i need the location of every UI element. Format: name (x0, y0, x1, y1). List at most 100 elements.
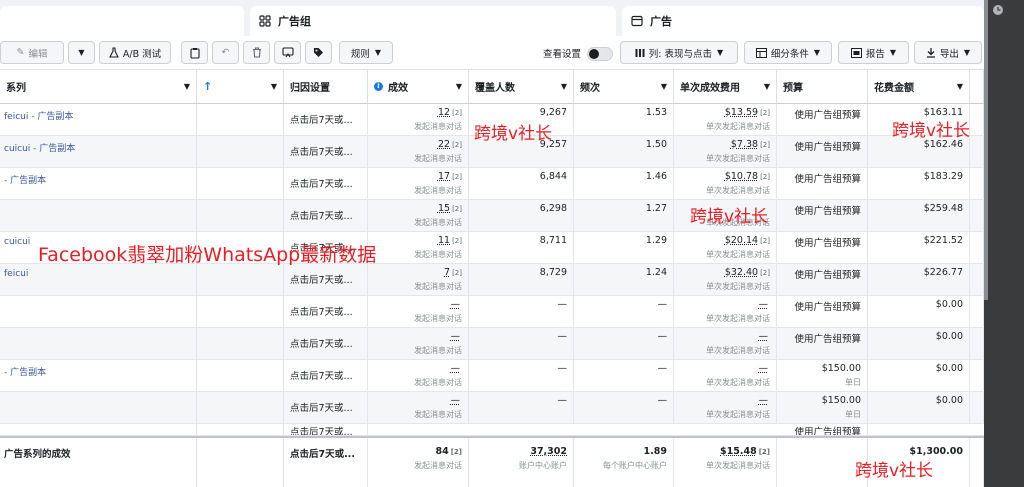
cost-per-result-cell: $32.40 [2] 单次发起消息对话 (674, 264, 777, 296)
amount-spent-cell: $183.29 (868, 168, 970, 200)
attribution-cell[interactable]: 点击后7天或... (284, 104, 368, 136)
attribution-cell[interactable]: 点击后7天或... (284, 296, 368, 328)
attribution-cell[interactable]: 点击后7天或... (284, 200, 368, 232)
tab-ad-sets[interactable]: 广告组 (250, 6, 616, 36)
column-header-name[interactable]: 系列 ▼ (0, 70, 197, 104)
edit-button[interactable]: ✎ 编辑 (0, 41, 64, 64)
campaign-name-link[interactable]: feicui - 广告副本 (0, 104, 197, 136)
campaign-name-link[interactable]: - 广告副本 (0, 168, 197, 200)
table-row[interactable]: - 广告副本 点击后7天或... 17 [2] 发起消息对话 6,844 1.46 $10.7… (0, 168, 984, 200)
clipboard-icon (189, 47, 200, 59)
rules-dropdown[interactable]: 规则 ▼ (339, 41, 393, 64)
caret-down-icon: ▼ (660, 82, 667, 91)
delete-button[interactable] (243, 41, 270, 64)
summary-results: 84 [2] 发起消息对话 (368, 438, 469, 487)
table-row[interactable]: - 广告副本 点击后7天或... — 发起消息对话 — — — 单次发起消息对话 $150.00… (0, 360, 984, 392)
grid-icon (258, 14, 272, 28)
budget-cell: $150.00 单日 (777, 392, 868, 424)
caret-down-icon: ▼ (270, 82, 277, 91)
undo-button[interactable]: ↶ (212, 41, 239, 64)
attribution-cell[interactable]: 点击后7天或... (284, 360, 368, 392)
tag-button[interactable] (305, 41, 332, 64)
campaign-name-link[interactable]: feicui (0, 264, 197, 296)
table-row[interactable]: feicui 点击后7天或... 7 [2] 发起消息对话 8,729 1.24 $32.40… (0, 264, 984, 296)
budget-cell: 使用广告组预算 (777, 328, 868, 360)
cost-per-result-cell: — 单次发起消息对话 (674, 328, 777, 360)
caret-down-icon: ▼ (717, 48, 724, 57)
attribution-cell[interactable]: 点击后7天或... (284, 328, 368, 360)
column-header-amount-spent[interactable]: 花费金额 ▼ (868, 70, 970, 104)
trash-icon (252, 47, 262, 58)
cost-per-result-cell: — 单次发起消息对话 (674, 392, 777, 424)
column-header-cost-per-result[interactable]: 单次成效费用 ▼ (674, 70, 777, 104)
cost-per-result-cell: $7.38 [2] 单次发起消息对话 (674, 136, 777, 168)
reach-cell: 6,844 (469, 168, 574, 200)
campaign-name-link[interactable] (0, 328, 197, 360)
frequency-cell: — (574, 328, 674, 360)
reports-dropdown[interactable]: 报告 ▼ (838, 41, 909, 64)
attribution-cell[interactable]: 点击后7天或... (284, 424, 368, 435)
campaign-name-link[interactable] (0, 200, 197, 232)
tab-ad-sets-label: 广告组 (278, 15, 311, 28)
caret-down-icon: ▼ (455, 82, 462, 91)
table-row[interactable]: 点击后7天或... — 发起消息对话 — — — 单次发起消息对话 $150.00 单日 $0.0… (0, 392, 984, 424)
column-header-attribution[interactable]: 归因设置 (284, 70, 368, 104)
info-icon: i (374, 82, 383, 91)
campaign-name-link[interactable] (0, 392, 197, 424)
tab-ads-label: 广告 (650, 15, 672, 28)
table-row[interactable]: 点击后7天或... — 发起消息对话 — — — 单次发起消息对话 使用广告组预算 $0.00 (0, 328, 984, 360)
campaign-name-link[interactable]: - 广告副本 (0, 360, 197, 392)
cost-per-result-cell: — 单次发起消息对话 (674, 360, 777, 392)
reach-cell: 6,298 (469, 200, 574, 232)
table-row[interactable]: 点击后7天或... — 发起消息对话 — — — 单次发起消息对话 使用广告组预算 $0.00 (0, 296, 984, 328)
budget-cell: 使用广告组预算 (777, 232, 868, 264)
attribution-cell[interactable]: 点击后7天或... (284, 168, 368, 200)
export-dropdown[interactable]: 导出 ▼ (914, 41, 982, 64)
preview-button[interactable] (274, 41, 301, 64)
watermark-text: 跨境v社长 (855, 461, 934, 481)
amount-spent-cell: $226.77 (868, 264, 970, 296)
ad-window-icon (630, 14, 644, 28)
reach-cell: — (469, 296, 574, 328)
results-cell: 12 [2] 发起消息对话 (368, 104, 469, 136)
edit-dropdown-button[interactable]: ▼ (68, 41, 95, 64)
amount-spent-cell: $0.00 (868, 296, 970, 328)
columns-dropdown[interactable]: 列: 表现与点击 ▼ (620, 41, 738, 64)
attribution-cell[interactable]: 点击后7天或... (284, 264, 368, 296)
cost-per-result-cell: $13.59 [2] 单次发起消息对话 (674, 104, 777, 136)
scrollbar[interactable] (984, 0, 988, 300)
budget-cell: 使用广告组预算 (777, 136, 868, 168)
tab-ads[interactable]: 广告 (622, 6, 984, 36)
budget-cell: $150.00 单日 (777, 360, 868, 392)
column-header-sort[interactable]: ↑ ▼ (197, 70, 284, 104)
ab-test-button[interactable]: A/B 测试 (99, 41, 171, 64)
campaign-name-link[interactable] (0, 296, 197, 328)
table-row[interactable]: 点击后7天或... 15 [2] 发起消息对话 6,298 1.27 单次发起消息对话 使用广… (0, 200, 984, 232)
frequency-cell: — (574, 392, 674, 424)
summary-row: 广告系列的成效 点击后7天或... 84 [2] 发起消息对话 37,302 账户… (0, 436, 984, 487)
breakdown-dropdown[interactable]: 细分条件 ▼ (744, 41, 832, 64)
caret-down-icon: ▼ (763, 82, 770, 91)
pencil-icon: ✎ (16, 47, 25, 58)
budget-cell: 使用广告组预算 (777, 424, 868, 435)
campaign-name-link[interactable]: cuicui - 广告副本 (0, 136, 197, 168)
column-header-results[interactable]: i 成效 ▼ (368, 70, 469, 104)
clock-icon[interactable] (992, 4, 1004, 19)
duplicate-button[interactable] (181, 41, 208, 64)
tag-icon (313, 47, 324, 58)
column-header-truncated[interactable] (970, 70, 984, 104)
attribution-cell[interactable]: 点击后7天或... (284, 136, 368, 168)
watermark-text: 跨境v社长 (690, 207, 769, 227)
column-header-reach[interactable]: 覆盖人数 ▼ (469, 70, 574, 104)
view-settings-toggle[interactable] (587, 47, 613, 61)
report-icon (850, 47, 862, 58)
column-header-budget[interactable]: 预算 (777, 70, 868, 104)
tab-campaigns[interactable] (0, 6, 244, 36)
caret-down-icon: ▼ (78, 48, 85, 57)
results-cell: 22 [2] 发起消息对话 (368, 136, 469, 168)
caret-down-icon: ▼ (963, 48, 971, 57)
attribution-cell[interactable]: 点击后7天或... (284, 392, 368, 424)
column-header-frequency[interactable]: 频次 ▼ (574, 70, 674, 104)
table-row-partial[interactable]: 点击后7天或... 使用广告组预算 (0, 424, 984, 436)
results-cell: — 发起消息对话 (368, 392, 469, 424)
